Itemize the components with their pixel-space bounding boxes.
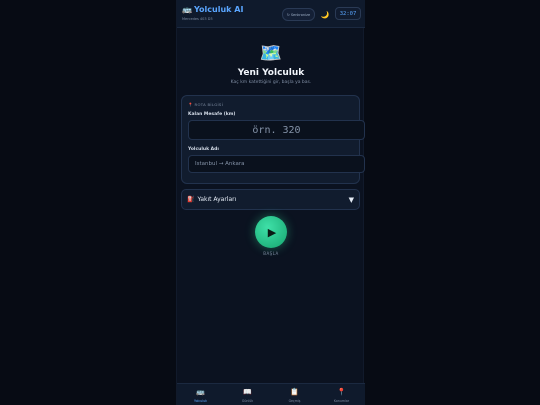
trip-name-label: Yolculuk Adı [188,147,219,152]
app-header: 🚌 Yolculuk AI Mercedes 403 D3 ↻ Senkroni… [177,0,365,28]
app-title: Yolculuk AI [193,5,244,14]
vehicle-name: Mercedes 403 D3 [182,17,213,21]
card-header: 📍 ROTA BİLGİSİ [188,102,223,107]
brand: 🚌 Yolculuk AI [182,5,243,15]
fuel-pump-icon: ⛽ [187,196,195,203]
page-title: Yeni Yolculuk [237,68,305,78]
moon-icon: 🌙 [320,10,330,19]
distance-label: Kalan Mesafe (km) [188,112,236,117]
play-icon: ▶ [267,225,277,239]
card-header-label: ROTA BİLGİSİ [194,102,224,107]
nav-item-yolculuk[interactable]: 🚌 Yolculuk [177,384,224,405]
theme-toggle-button[interactable]: 🌙 [319,8,331,21]
start-label: BAŞLA [263,251,279,256]
app-shell: 🚌 Yolculuk AI Mercedes 403 D3 ↻ Senkroni… [176,0,365,405]
nav-label: Yolculuk [194,398,207,403]
start-button[interactable]: ▶ [255,216,287,248]
bottom-nav: 🚌 Yolculuk 📖 Günlük 📋 Geçmiş 📍 Konumlar [177,383,365,405]
bus-icon: 🚌 [196,387,205,396]
nav-label: Geçmiş [288,398,301,403]
sync-button[interactable]: ↻ Senkronize [282,8,315,21]
fuel-settings-label: Yakıt Ayarları [197,196,237,203]
clock-display: 32:07 [335,7,361,20]
chevron-down-icon: ▼ [348,195,354,204]
nav-item-gecmis[interactable]: 📋 Geçmiş [271,384,318,405]
sync-label: Senkronize [290,12,311,17]
map-icon: 🗺️ [259,43,283,64]
page-subtitle: Kaç km katettiğini gir, başla ya bas. [230,80,312,85]
route-info-card: 📍 ROTA BİLGİSİ Kalan Mesafe (km) Yolculu… [181,95,365,184]
pin-icon: 📍 [337,387,346,396]
distance-input[interactable] [188,120,365,140]
fuel-settings-dropdown[interactable]: ⛽ Yakıt Ayarları ▼ [181,189,360,210]
clipboard-icon: 📋 [290,387,299,396]
pin-icon: 📍 [188,102,194,107]
nav-label: Günlük [241,398,254,403]
bus-icon: 🚌 [182,5,192,14]
book-icon: 📖 [243,387,252,396]
nav-label: Konumlar [333,398,350,403]
trip-name-input[interactable] [188,155,365,173]
nav-item-konumlar[interactable]: 📍 Konumlar [318,384,365,405]
refresh-icon: ↻ [286,12,290,17]
nav-item-gunluk[interactable]: 📖 Günlük [224,384,271,405]
